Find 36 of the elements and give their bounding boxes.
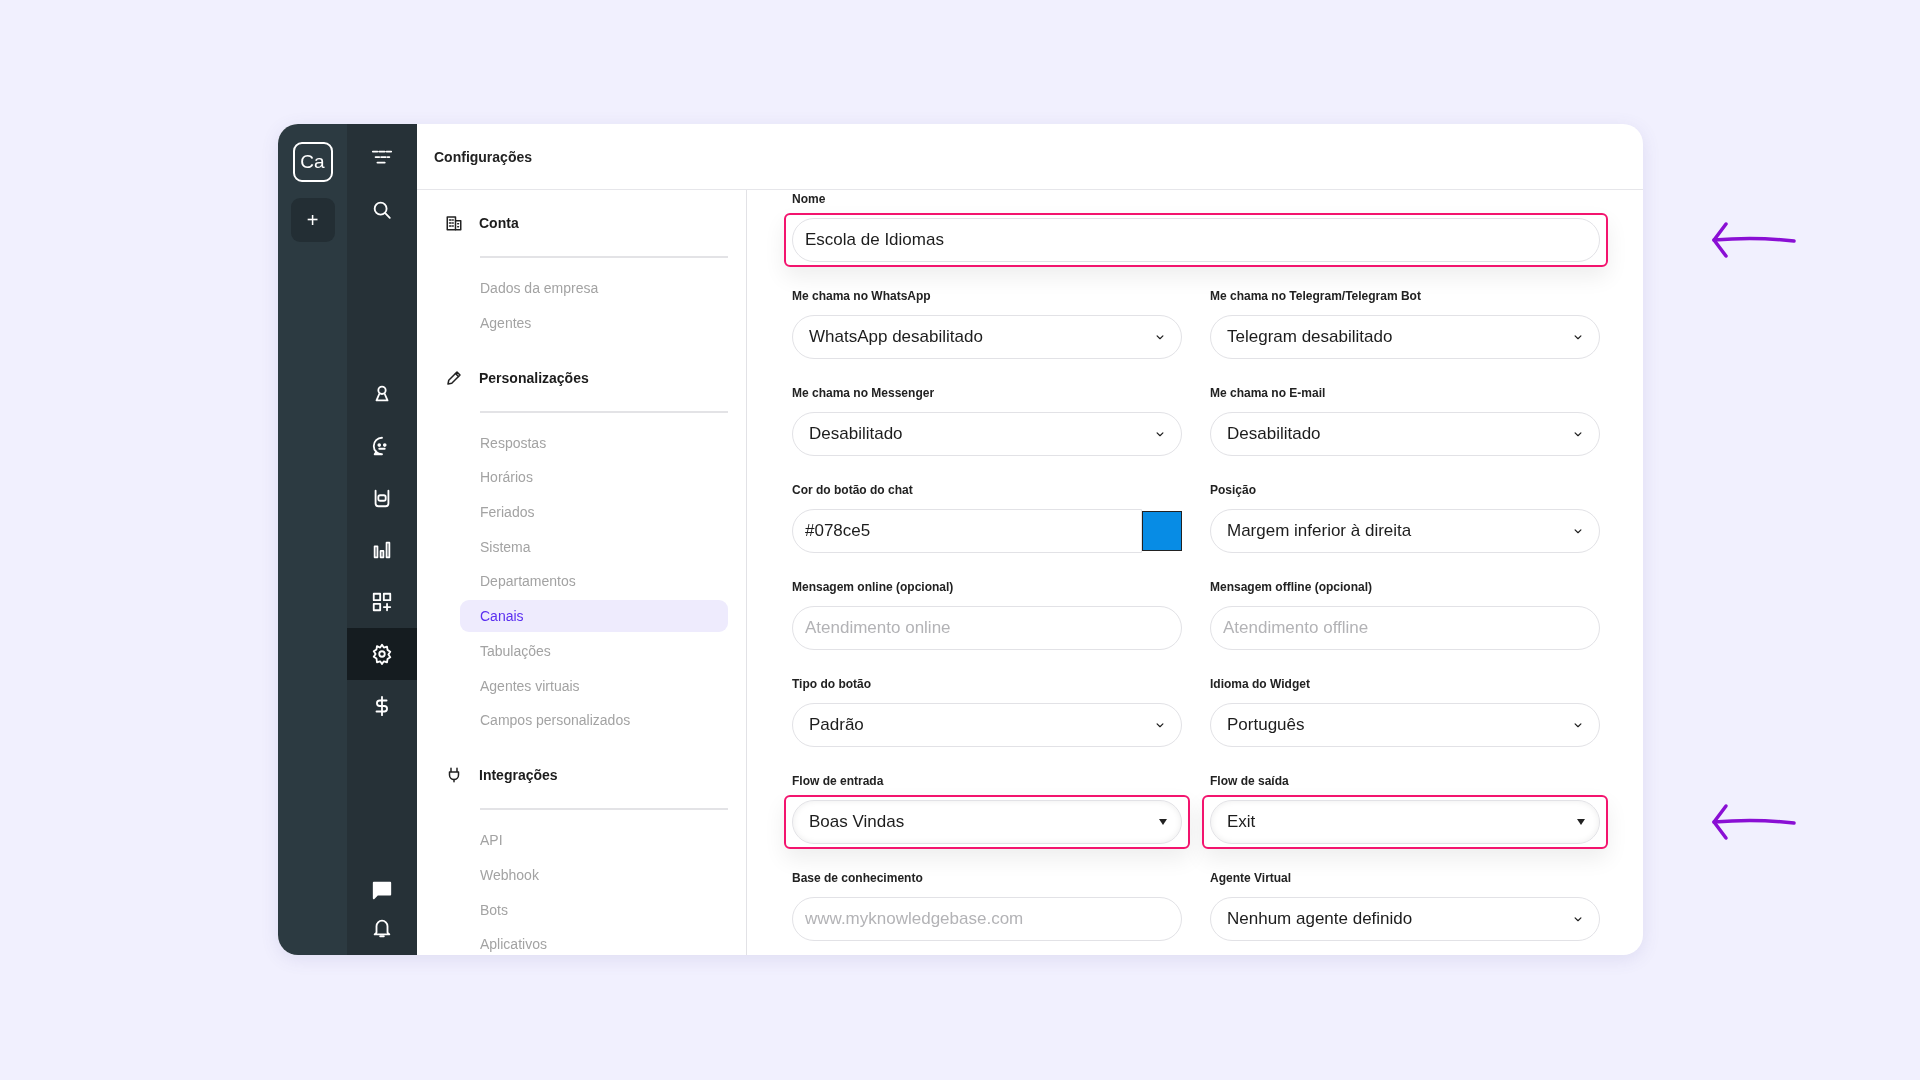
field-label: Mensagem offline (opcional) <box>1210 579 1373 595</box>
field-label: Flow de entrada <box>792 773 885 789</box>
add-button[interactable]: + <box>290 198 335 242</box>
field-label: Mensagem online (opcional) <box>792 579 955 595</box>
menu-item[interactable]: Agentes <box>460 306 728 339</box>
menu-item[interactable]: Sistema <box>460 530 728 563</box>
menu-item[interactable]: Dados da empresa <box>460 272 728 304</box>
field-label: Me chama no Telegram/Telegram Bot <box>1210 288 1422 304</box>
field-label: Me chama no E-mail <box>1210 385 1327 401</box>
menu-item[interactable]: Webhook <box>460 858 728 891</box>
field-label: Agente Virtual <box>1210 870 1293 886</box>
field-label: Posição <box>1210 482 1258 498</box>
field-label: Idioma do Widget <box>1210 676 1311 692</box>
field-label: Me chama no WhatsApp <box>792 288 932 304</box>
menu-item[interactable]: Bots <box>460 893 728 926</box>
field-label: Tipo do botão <box>792 676 873 692</box>
field-label: Nome <box>792 191 827 207</box>
menu-item[interactable]: Respostas <box>460 426 728 459</box>
menu-item[interactable]: Tabulações <box>460 634 728 667</box>
workspace-avatar[interactable]: Ca <box>292 142 333 182</box>
menu-item[interactable]: Canais <box>460 600 728 633</box>
menu-item[interactable]: Aplicativos <box>460 928 728 955</box>
field-label: Me chama no Messenger <box>792 385 936 401</box>
menu-item[interactable]: Feriados <box>460 496 728 529</box>
section-title: Personalizações <box>479 369 589 386</box>
page-title: Configurações <box>434 148 532 165</box>
menu-item[interactable]: API <box>460 824 728 857</box>
menu-item[interactable]: Campos personalizados <box>460 704 728 737</box>
section-title: Integrações <box>479 767 558 784</box>
menu-item[interactable]: Departamentos <box>460 565 728 598</box>
menu-item[interactable]: Horários <box>460 461 728 494</box>
menu-item[interactable]: Agentes virtuais <box>460 669 728 702</box>
field-label: Cor do botão do chat <box>792 482 914 498</box>
field-label: Base de conhecimento <box>792 870 924 886</box>
section-title: Conta <box>479 215 519 231</box>
field-label: Flow de saída <box>1210 773 1290 789</box>
